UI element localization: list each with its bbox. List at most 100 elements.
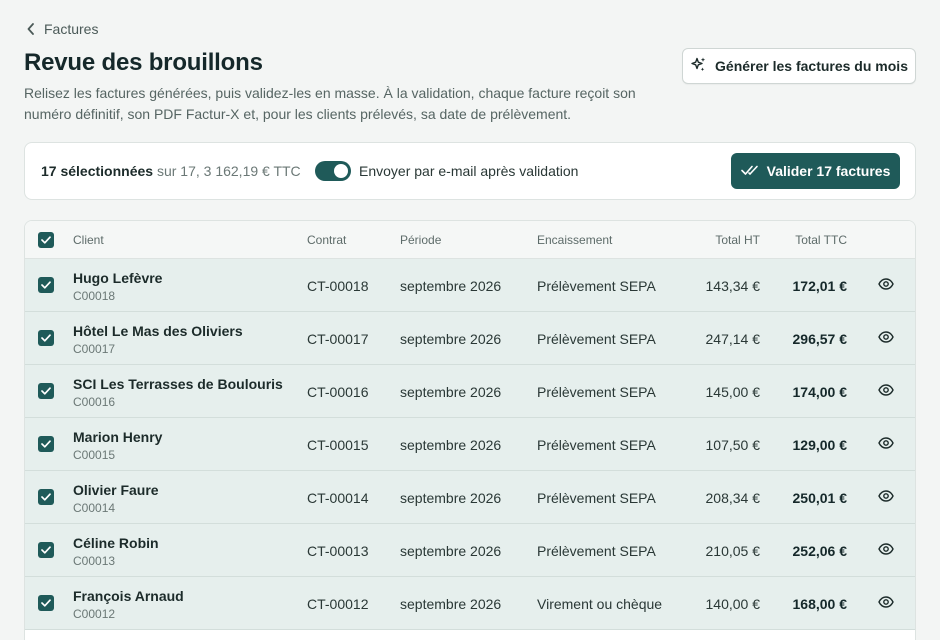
- total-ht: 247,14 €: [705, 331, 761, 347]
- table-header: Client Contrat Période Encaissement Tota…: [25, 221, 915, 259]
- invoice-review-page: Factures Revue des brouillons Relisez le…: [0, 0, 940, 640]
- billing-period: septembre 2026: [400, 278, 502, 294]
- selection-summary: 17 sélectionnées sur 17, 3 162,19 € TTC: [41, 163, 301, 179]
- check-icon: [41, 546, 51, 554]
- total-ht: 145,00 €: [705, 384, 761, 400]
- sparkles-icon: [690, 56, 707, 76]
- chevron-left-icon: [27, 23, 35, 35]
- client-code: C00017: [73, 342, 116, 356]
- check-icon: [41, 334, 51, 342]
- billing-period: septembre 2026: [400, 490, 502, 506]
- contract-ref: CT-00013: [307, 543, 369, 559]
- contract-ref: CT-00018: [307, 278, 369, 294]
- email-after-validation-toggle[interactable]: [315, 161, 351, 181]
- client-code: C00014: [73, 501, 116, 515]
- double-check-icon: [740, 163, 759, 179]
- payment-method: Virement ou chèque: [537, 596, 663, 612]
- check-icon: [41, 599, 51, 607]
- contract-ref: CT-00014: [307, 490, 369, 506]
- table-row[interactable]: Hôtel Le Mas des Oliviers C00017 CT-0001…: [25, 312, 915, 365]
- client-name: Marion Henry: [73, 429, 163, 445]
- row-checkbox[interactable]: [38, 383, 54, 399]
- row-checkbox[interactable]: [38, 542, 54, 558]
- check-icon: [41, 493, 51, 501]
- breadcrumb-label: Factures: [44, 21, 99, 37]
- column-header-total-ht[interactable]: Total HT: [715, 233, 760, 247]
- client-name: François Arnaud: [73, 588, 184, 604]
- client-name: SCI Les Terrasses de Boulouris: [73, 376, 283, 392]
- table-row[interactable]: François Arnaud C00012 CT-00012 septembr…: [25, 577, 915, 630]
- generate-invoices-label: Générer les factures du mois: [715, 58, 908, 74]
- total-ttc: 252,06 €: [792, 543, 848, 559]
- eye-icon[interactable]: [878, 278, 894, 290]
- client-code: C00016: [73, 395, 116, 409]
- billing-period: septembre 2026: [400, 543, 502, 559]
- row-checkbox[interactable]: [38, 436, 54, 452]
- client-name: Hugo Lefèvre: [73, 270, 163, 286]
- total-ht: 143,34 €: [705, 278, 761, 294]
- validate-invoices-label: Valider 17 factures: [766, 163, 891, 179]
- client-code: C00012: [73, 607, 116, 621]
- email-toggle-label: Envoyer par e-mail après validation: [359, 163, 579, 179]
- eye-icon[interactable]: [878, 543, 894, 555]
- page-title: Revue des brouillons: [24, 49, 263, 76]
- total-ht: 208,34 €: [705, 490, 761, 506]
- column-header-contract[interactable]: Contrat: [307, 233, 346, 247]
- contract-ref: CT-00017: [307, 331, 369, 347]
- eye-icon[interactable]: [878, 490, 894, 502]
- payment-method: Prélèvement SEPA: [537, 437, 656, 453]
- column-header-client[interactable]: Client: [73, 233, 104, 247]
- eye-icon[interactable]: [878, 384, 894, 396]
- total-ttc: 168,00 €: [792, 596, 848, 612]
- total-ht: 107,50 €: [705, 437, 761, 453]
- column-header-period[interactable]: Période: [400, 233, 441, 247]
- payment-method: Prélèvement SEPA: [537, 384, 656, 400]
- table-row[interactable]: Olivier Faure C00014 CT-00014 septembre …: [25, 471, 915, 524]
- draft-invoices-table: Client Contrat Période Encaissement Tota…: [24, 220, 916, 640]
- row-checkbox[interactable]: [38, 330, 54, 346]
- table-row[interactable]: Céline Robin C00013 CT-00013 septembre 2…: [25, 524, 915, 577]
- check-icon: [41, 281, 51, 289]
- total-ttc: 129,00 €: [792, 437, 848, 453]
- payment-method: Prélèvement SEPA: [537, 331, 656, 347]
- billing-period: septembre 2026: [400, 384, 502, 400]
- contract-ref: CT-00015: [307, 437, 369, 453]
- client-name: Hôtel Le Mas des Oliviers: [73, 323, 243, 339]
- row-checkbox[interactable]: [38, 595, 54, 611]
- client-name: Olivier Faure: [73, 482, 159, 498]
- table-row[interactable]: SCI Les Terrasses de Boulouris C00016 CT…: [25, 365, 915, 418]
- eye-icon[interactable]: [878, 437, 894, 449]
- payment-method: Prélèvement SEPA: [537, 278, 656, 294]
- check-icon: [41, 236, 51, 244]
- toggle-knob: [334, 164, 348, 178]
- selection-total: sur 17, 3 162,19 € TTC: [156, 163, 301, 179]
- validate-invoices-button[interactable]: Valider 17 factures: [731, 153, 900, 189]
- total-ht: 210,05 €: [705, 543, 761, 559]
- total-ht: 140,00 €: [705, 596, 761, 612]
- breadcrumb-back-link[interactable]: Factures: [27, 21, 98, 37]
- payment-method: Prélèvement SEPA: [537, 490, 656, 506]
- generate-invoices-button[interactable]: Générer les factures du mois: [682, 48, 916, 84]
- select-all-checkbox[interactable]: [38, 232, 54, 248]
- table-row[interactable]: Marion Henry C00015 CT-00015 septembre 2…: [25, 418, 915, 471]
- column-header-payment[interactable]: Encaissement: [537, 233, 612, 247]
- payment-method: Prélèvement SEPA: [537, 543, 656, 559]
- check-icon: [41, 440, 51, 448]
- client-code: C00015: [73, 448, 116, 462]
- client-name: Céline Robin: [73, 535, 159, 551]
- eye-icon[interactable]: [878, 596, 894, 608]
- column-header-total-ttc[interactable]: Total TTC: [795, 233, 847, 247]
- eye-icon[interactable]: [878, 331, 894, 343]
- row-checkbox[interactable]: [38, 489, 54, 505]
- total-ttc: 250,01 €: [792, 490, 848, 506]
- table-body: Hugo Lefèvre C00018 CT-00018 septembre 2…: [25, 259, 915, 630]
- contract-ref: CT-00016: [307, 384, 369, 400]
- check-icon: [41, 387, 51, 395]
- row-checkbox[interactable]: [38, 277, 54, 293]
- billing-period: septembre 2026: [400, 331, 502, 347]
- client-code: C00018: [73, 289, 116, 303]
- table-row[interactable]: Hugo Lefèvre C00018 CT-00018 septembre 2…: [25, 259, 915, 312]
- total-ttc: 174,00 €: [792, 384, 848, 400]
- billing-period: septembre 2026: [400, 437, 502, 453]
- page-subtitle: Relisez les factures générées, puis vali…: [24, 85, 636, 122]
